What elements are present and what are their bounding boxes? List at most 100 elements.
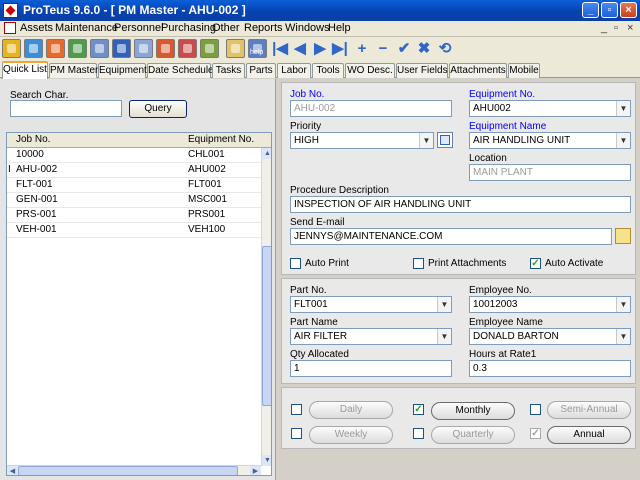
next-record-icon[interactable]: ▶ (311, 40, 329, 58)
scroll-down-icon[interactable]: ▼ (262, 455, 271, 466)
menu-other[interactable]: Other (212, 22, 240, 34)
priority-select[interactable]: HIGH ▼ (290, 132, 434, 149)
hours-rate-input[interactable]: 0.3 (469, 360, 631, 377)
procedure-description-input[interactable]: INSPECTION OF AIR HANDLING UNIT (290, 196, 631, 213)
menu-windows[interactable]: Windows (285, 22, 330, 34)
menu-assets[interactable]: Assets (20, 22, 53, 34)
tab-equipment[interactable]: Equipment (98, 63, 147, 78)
weekly-button[interactable]: Weekly (309, 426, 393, 444)
table-row[interactable]: PRS-001 PRS001 (7, 208, 261, 223)
email-lookup-icon[interactable] (615, 228, 631, 244)
work-order-icon[interactable] (46, 39, 65, 58)
tab-user-fields[interactable]: User Fields (396, 63, 448, 78)
tab-wo-desc[interactable]: WO Desc. (345, 63, 395, 78)
maintenance-icon[interactable] (24, 39, 43, 58)
tab-tasks[interactable]: Tasks (212, 63, 245, 78)
quarterly-checkbox[interactable] (413, 428, 424, 439)
chevron-down-icon[interactable]: ▼ (616, 329, 630, 344)
monthly-button[interactable]: Monthly (431, 402, 515, 420)
minimize-button[interactable]: _ (582, 2, 599, 18)
table-row[interactable]: VEH-001 VEH100 (7, 223, 261, 238)
tab-mobile[interactable]: Mobile (508, 63, 540, 78)
print-icon[interactable] (90, 39, 109, 58)
assets-icon[interactable] (2, 39, 21, 58)
folder-icon[interactable] (226, 39, 245, 58)
tab-parts[interactable]: Parts (246, 63, 276, 78)
delete-record-icon[interactable]: − (374, 40, 392, 58)
semiannual-checkbox[interactable] (530, 404, 541, 415)
daily-checkbox[interactable] (291, 404, 302, 415)
daily-button[interactable]: Daily (309, 401, 393, 419)
tab-tools[interactable]: Tools (312, 63, 344, 78)
equipment-no-select[interactable]: AHU002 ▼ (469, 100, 631, 117)
menu-maintenance[interactable]: Maintenance (55, 22, 118, 34)
mdi-minimize-icon[interactable]: _ (601, 22, 607, 34)
mdi-restore-icon[interactable]: ▫ (614, 22, 618, 34)
employee-no-select[interactable]: 10012003 ▼ (469, 296, 631, 313)
equipment-name-select[interactable]: AIR HANDLING UNIT ▼ (469, 132, 631, 149)
auto-print-checkbox[interactable] (290, 258, 301, 269)
chevron-down-icon[interactable]: ▼ (437, 329, 451, 344)
vertical-scrollbar[interactable]: ▲ ▼ (261, 148, 271, 466)
chevron-down-icon[interactable]: ▼ (419, 133, 433, 148)
column-equipment-no[interactable]: Equipment No. (188, 134, 254, 145)
mdi-close-icon[interactable]: × (627, 22, 633, 34)
scroll-up-icon[interactable]: ▲ (262, 148, 271, 159)
chevron-down-icon[interactable]: ▼ (616, 101, 630, 116)
part-name-select[interactable]: AIR FILTER ▼ (290, 328, 452, 345)
weekly-checkbox[interactable] (291, 428, 302, 439)
refresh-icon[interactable]: ⟲ (436, 40, 454, 58)
tab-labor[interactable]: Labor (277, 63, 311, 78)
menu-reports[interactable]: Reports (244, 22, 283, 34)
close-button[interactable]: × (620, 2, 637, 18)
menu-personnel[interactable]: Personnel (114, 22, 164, 34)
quarterly-button[interactable]: Quarterly (431, 426, 515, 444)
last-record-icon[interactable]: ▶| (331, 40, 349, 58)
tab-quick-list[interactable]: Quick List (2, 61, 48, 79)
previous-record-icon[interactable]: ◀ (291, 40, 309, 58)
scroll-left-icon[interactable]: ◀ (7, 466, 18, 475)
tab-attachments[interactable]: Attachments (449, 63, 507, 78)
employee-name-select[interactable]: DONALD BARTON ▼ (469, 328, 631, 345)
report-icon[interactable] (68, 39, 87, 58)
first-record-icon[interactable]: |◀ (271, 40, 289, 58)
document-icon[interactable] (4, 22, 16, 34)
user-icon[interactable] (178, 39, 197, 58)
monthly-checkbox[interactable]: ✓ (413, 404, 424, 415)
save-record-icon[interactable]: ✔ (395, 40, 413, 58)
tools-icon[interactable] (200, 39, 219, 58)
auto-activate-checkbox[interactable]: ✓ (530, 258, 541, 269)
priority-lookup-icon[interactable] (437, 132, 453, 148)
annual-button[interactable]: Annual (547, 426, 631, 444)
table-row-selected[interactable]: I AHU-002 AHU002 (7, 163, 261, 178)
print-attachments-checkbox[interactable] (413, 258, 424, 269)
tab-pm-master[interactable]: PM Master (49, 63, 98, 78)
semiannual-button[interactable]: Semi-Annual (547, 401, 631, 419)
chevron-down-icon[interactable]: ▼ (616, 297, 630, 312)
table-row[interactable]: FLT-001 FLT001 (7, 178, 261, 193)
tab-date-schedule[interactable]: Date Schedule (147, 63, 214, 78)
cancel-record-icon[interactable]: ✖ (415, 40, 433, 58)
add-record-icon[interactable]: + (353, 40, 371, 58)
chevron-down-icon[interactable]: ▼ (437, 297, 451, 312)
help-icon[interactable]: help (248, 39, 267, 58)
vertical-scroll-thumb[interactable] (262, 246, 271, 406)
maximize-button[interactable]: ▫ (601, 2, 618, 18)
app-icon[interactable] (3, 3, 18, 18)
part-no-select[interactable]: FLT001 ▼ (290, 296, 452, 313)
email-input[interactable]: JENNYS@MAINTENANCE.COM (290, 228, 612, 245)
qty-allocated-input[interactable]: 1 (290, 360, 452, 377)
horizontal-scroll-thumb[interactable] (18, 466, 238, 475)
personnel-icon[interactable] (156, 39, 175, 58)
horizontal-scrollbar[interactable]: ◀ ▶ (7, 465, 261, 475)
annual-checkbox[interactable]: ✓ (530, 428, 541, 439)
calendar-icon[interactable] (112, 39, 131, 58)
query-button[interactable]: Query (129, 100, 187, 118)
search-input[interactable] (10, 100, 122, 117)
scroll-right-icon[interactable]: ▶ (250, 466, 261, 475)
table-row[interactable]: 10000 CHL001 (7, 148, 261, 163)
chevron-down-icon[interactable]: ▼ (616, 133, 630, 148)
table-row[interactable]: GEN-001 MSC001 (7, 193, 261, 208)
menu-purchasing[interactable]: Purchasing (161, 22, 216, 34)
notes-icon[interactable] (134, 39, 153, 58)
